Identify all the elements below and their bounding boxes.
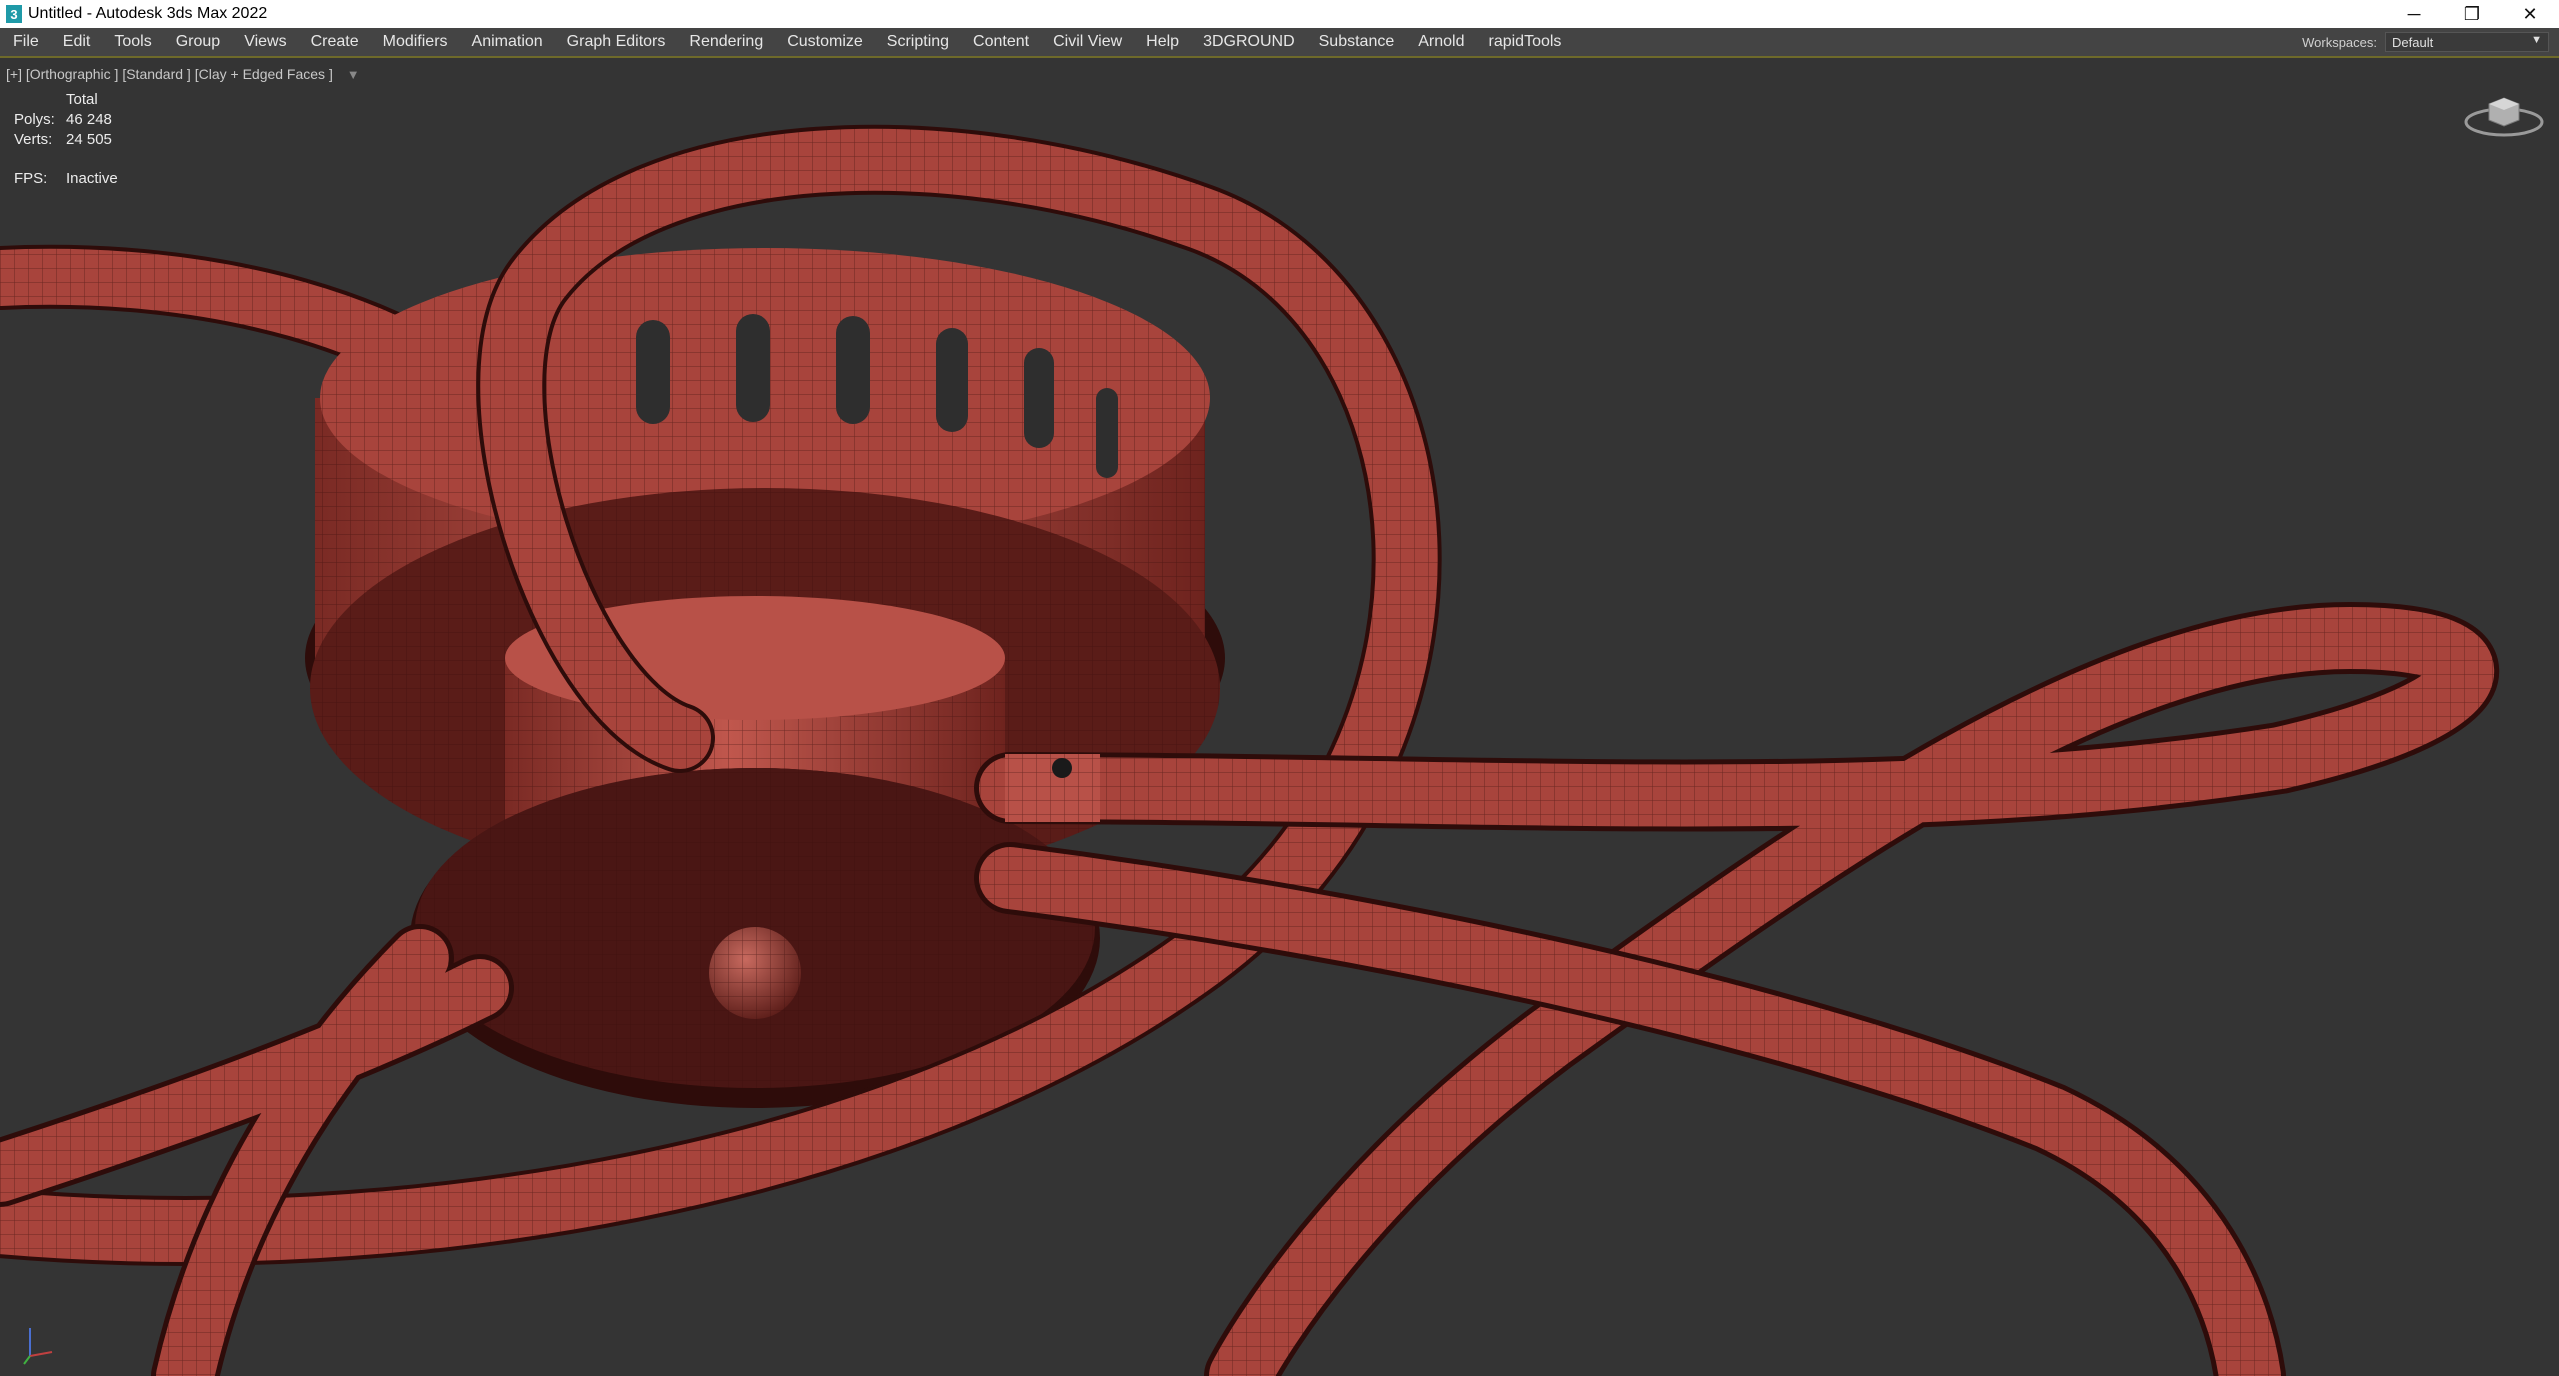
viewcube-icon[interactable] <box>2463 82 2545 142</box>
workspaces-value: Default <box>2392 34 2434 50</box>
menu-views[interactable]: Views <box>232 28 298 56</box>
axis-tripod-icon <box>23 1328 53 1365</box>
menu-graph-editors[interactable]: Graph Editors <box>555 28 678 56</box>
stats-verts-row: Verts: 24 505 <box>14 130 118 150</box>
menu-bar: File Edit Tools Group Views Create Modif… <box>0 28 2559 58</box>
stats-verts-value: 24 505 <box>66 131 112 148</box>
tube-left-lower <box>0 924 514 1376</box>
menu-file[interactable]: File <box>0 28 51 56</box>
stats-fps-row: FPS: Inactive <box>14 169 118 189</box>
window-title: Untitled - Autodesk 3ds Max 2022 <box>28 5 268 22</box>
perspective-viewport[interactable]: [+] [Orthographic ] [Standard ] [Clay + … <box>0 58 2559 1376</box>
viewport-label[interactable]: [+] [Orthographic ] [Standard ] [Clay + … <box>6 66 360 82</box>
stats-polys-label: Polys: <box>14 111 55 128</box>
restore-button[interactable]: ❐ <box>2443 0 2501 28</box>
menu-modifiers[interactable]: Modifiers <box>371 28 460 56</box>
workspaces-label: Workspaces: <box>2302 34 2377 50</box>
title-bar: 3 Untitled - Autodesk 3ds Max 2022 ─ ❐ ✕ <box>0 0 2559 28</box>
menu-rapidtools[interactable]: rapidTools <box>1476 28 1573 56</box>
viewport-label-text[interactable]: [+] [Orthographic ] [Standard ] [Clay + … <box>6 66 333 82</box>
app-icon: 3 <box>6 5 22 23</box>
stats-polys-row: Polys: 46 248 <box>14 110 118 130</box>
menu-create[interactable]: Create <box>299 28 371 56</box>
menu-help[interactable]: Help <box>1134 28 1191 56</box>
stats-fps-label: FPS: <box>14 170 48 187</box>
menu-content[interactable]: Content <box>961 28 1041 56</box>
menu-edit[interactable]: Edit <box>51 28 103 56</box>
menu-rendering[interactable]: Rendering <box>677 28 775 56</box>
menu-group[interactable]: Group <box>164 28 232 56</box>
menu-substance[interactable]: Substance <box>1307 28 1407 56</box>
menu-scripting[interactable]: Scripting <box>875 28 961 56</box>
window-controls: ─ ❐ ✕ <box>2385 0 2559 28</box>
workspaces-control: Workspaces: Default ▼ <box>2302 28 2549 56</box>
menu-tools[interactable]: Tools <box>102 28 163 56</box>
filter-icon[interactable]: ▼ <box>347 67 360 82</box>
close-button[interactable]: ✕ <box>2501 0 2559 28</box>
chevron-down-icon: ▼ <box>2531 34 2542 46</box>
viewport-statistics: Total Polys: 46 248 Verts: 24 505 FPS: I… <box>14 90 118 189</box>
workspaces-dropdown[interactable]: Default ▼ <box>2385 32 2549 52</box>
minimize-button[interactable]: ─ <box>2385 0 2443 28</box>
stats-header: Total <box>66 91 98 108</box>
menu-animation[interactable]: Animation <box>460 28 555 56</box>
scene-render[interactable] <box>0 58 2559 1376</box>
menu-civil-view[interactable]: Civil View <box>1041 28 1134 56</box>
stats-fps-value: Inactive <box>66 170 118 187</box>
menu-3dground[interactable]: 3DGROUND <box>1191 28 1307 56</box>
tube-connector <box>1005 754 1100 822</box>
menu-customize[interactable]: Customize <box>775 28 875 56</box>
stats-polys-value: 46 248 <box>66 111 112 128</box>
menu-arnold[interactable]: Arnold <box>1406 28 1476 56</box>
stats-verts-label: Verts: <box>14 131 53 148</box>
